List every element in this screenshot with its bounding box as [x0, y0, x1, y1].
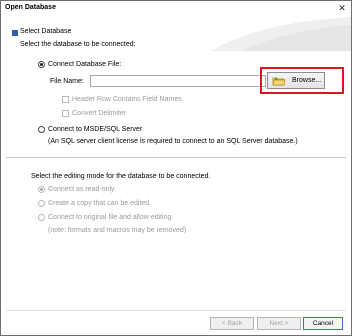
- title-bar: Open Database ✕: [1, 1, 351, 17]
- read-only-label: Connect as read-only.: [48, 186, 116, 193]
- sql-server-license-note: (An SQL server client license is require…: [48, 138, 298, 145]
- open-database-dialog: Open Database ✕ Select Database Select t…: [0, 0, 352, 336]
- file-name-label: File Name:: [50, 78, 84, 85]
- decorative-swoosh: [211, 17, 351, 51]
- browse-highlight-box: [260, 67, 344, 94]
- footer-divider: [6, 310, 346, 311]
- cancel-button[interactable]: Cancel: [303, 317, 343, 330]
- section-marker-icon: [12, 30, 18, 36]
- back-button[interactable]: < Back: [210, 317, 254, 330]
- section-title: Select Database: [20, 28, 72, 35]
- next-button[interactable]: Next >: [257, 317, 301, 330]
- editing-mode-instruction: Select the editing mode for the database…: [31, 173, 211, 180]
- file-name-input[interactable]: [90, 75, 266, 87]
- connect-database-file-label: Connect Database File:: [48, 61, 122, 68]
- create-copy-label: Create a copy that can be edited.: [48, 200, 152, 207]
- header-row-label: Header Row Contains Field Names: [72, 96, 182, 103]
- header-row-checkbox[interactable]: [62, 96, 69, 103]
- connect-database-file-radio[interactable]: [38, 61, 45, 68]
- formats-note: (note: formats and macros may be removed…: [48, 227, 187, 234]
- convert-delimiter-label: Convert Delimiter: [72, 110, 127, 117]
- convert-delimiter-checkbox[interactable]: [62, 110, 69, 117]
- section-divider: [6, 157, 346, 158]
- allow-editing-radio[interactable]: [38, 214, 45, 221]
- section-instruction: Select the database to be connected:: [20, 41, 136, 48]
- close-icon[interactable]: ✕: [337, 3, 347, 13]
- window-title: Open Database: [5, 4, 56, 11]
- create-copy-radio[interactable]: [38, 200, 45, 207]
- connect-sql-server-label: Connect to MSDE/SQL Server: [48, 126, 143, 133]
- allow-editing-label: Connect to original file and allow editi…: [48, 214, 174, 221]
- connect-sql-server-radio[interactable]: [38, 126, 45, 133]
- read-only-radio[interactable]: [38, 186, 45, 193]
